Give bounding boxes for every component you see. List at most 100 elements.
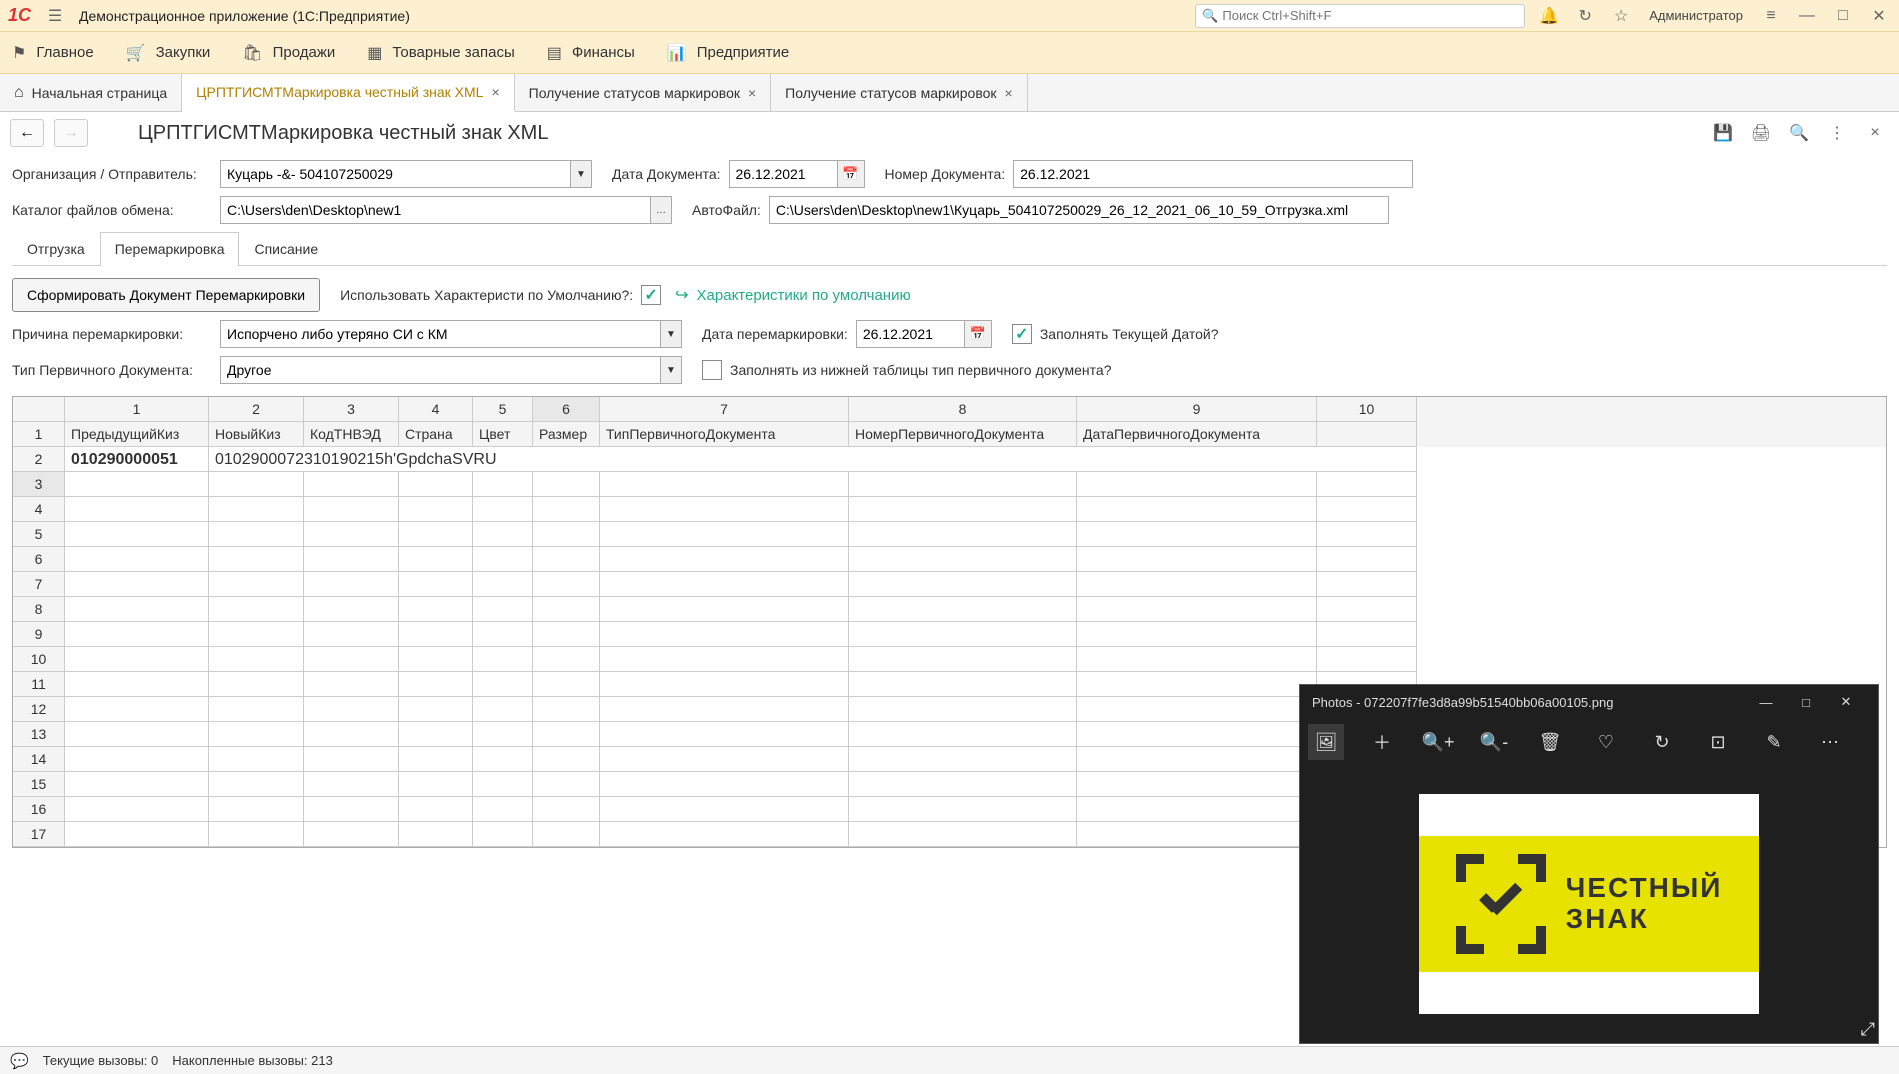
grid-rownum[interactable]: 17 <box>13 822 65 847</box>
grid-cell[interactable] <box>304 547 399 572</box>
grid-cell[interactable] <box>600 622 849 647</box>
grid-cell[interactable] <box>65 672 209 697</box>
grid-cell[interactable] <box>1077 697 1317 722</box>
grid-cell[interactable] <box>600 822 849 847</box>
grid-cell[interactable]: 0102900072310190215h'GpdchaSVRU <box>209 447 1417 472</box>
grid-cell[interactable] <box>399 522 473 547</box>
grid-cell[interactable] <box>473 597 533 622</box>
grid-cell[interactable] <box>533 722 600 747</box>
calendar-icon[interactable]: 📅 <box>964 320 992 348</box>
grid-cell[interactable] <box>533 522 600 547</box>
image-icon[interactable]: 🖼 <box>1308 724 1344 760</box>
grid-cell[interactable] <box>399 472 473 497</box>
search-box[interactable]: 🔍 <box>1195 4 1525 28</box>
grid-cell[interactable] <box>399 547 473 572</box>
grid-cell[interactable] <box>65 597 209 622</box>
use-default-checkbox[interactable]: ✓ <box>641 285 661 305</box>
grid-rownum[interactable]: 4 <box>13 497 65 522</box>
grid-cell[interactable] <box>533 497 600 522</box>
primary-doc-type-dropdown[interactable]: ▼ <box>220 356 682 384</box>
grid-cell[interactable] <box>304 597 399 622</box>
grid-cell[interactable] <box>399 597 473 622</box>
grid-cell[interactable] <box>65 547 209 572</box>
grid-cell[interactable] <box>849 697 1077 722</box>
grid-cell[interactable] <box>473 697 533 722</box>
grid-header[interactable]: НомерПервичногоДокумента <box>849 422 1077 447</box>
reason-dropdown[interactable]: ▼ <box>220 320 682 348</box>
grid-cell[interactable] <box>473 522 533 547</box>
grid-col-num[interactable]: 5 <box>473 397 533 422</box>
grid-cell[interactable] <box>849 547 1077 572</box>
expand-icon[interactable]: ⤢ <box>1861 1019 1875 1040</box>
grid-cell[interactable] <box>600 722 849 747</box>
grid-cell[interactable] <box>600 772 849 797</box>
grid-rownum[interactable]: 14 <box>13 747 65 772</box>
grid-cell[interactable] <box>533 822 600 847</box>
grid-cell[interactable] <box>849 597 1077 622</box>
grid-cell[interactable] <box>209 597 304 622</box>
primary-doc-type-field[interactable] <box>220 356 660 384</box>
grid-cell[interactable] <box>304 647 399 672</box>
grid-cell[interactable] <box>600 522 849 547</box>
grid-cell[interactable] <box>849 672 1077 697</box>
grid-cell[interactable] <box>473 772 533 797</box>
grid-col-num[interactable]: 10 <box>1317 397 1417 422</box>
grid-cell[interactable] <box>209 822 304 847</box>
grid-cell[interactable] <box>209 547 304 572</box>
fill-current-date-checkbox[interactable]: ✓ <box>1012 324 1032 344</box>
grid-cell[interactable] <box>399 647 473 672</box>
more-icon[interactable]: ⋮ <box>1823 119 1851 147</box>
grid-cell[interactable] <box>849 647 1077 672</box>
preview-icon[interactable]: 🔍 <box>1785 119 1813 147</box>
grid-cell[interactable] <box>849 822 1077 847</box>
grid-cell[interactable] <box>304 572 399 597</box>
grid-cell[interactable] <box>1317 522 1417 547</box>
grid-cell[interactable] <box>399 722 473 747</box>
grid-cell[interactable] <box>304 822 399 847</box>
grid-cell[interactable] <box>473 722 533 747</box>
grid-cell[interactable] <box>209 647 304 672</box>
grid-col-num[interactable]: 1 <box>65 397 209 422</box>
grid-cell[interactable] <box>1077 472 1317 497</box>
grid-cell[interactable] <box>65 572 209 597</box>
grid-cell[interactable] <box>399 622 473 647</box>
grid-cell[interactable] <box>600 497 849 522</box>
grid-cell[interactable] <box>399 772 473 797</box>
grid-header[interactable]: НовыйКиз <box>209 422 304 447</box>
grid-rownum[interactable]: 10 <box>13 647 65 672</box>
grid-col-num[interactable]: 8 <box>849 397 1077 422</box>
grid-cell[interactable] <box>533 547 600 572</box>
grid-cell[interactable] <box>1317 547 1417 572</box>
grid-cell[interactable] <box>65 647 209 672</box>
doc-date-field[interactable] <box>729 160 837 188</box>
grid-cell[interactable] <box>65 697 209 722</box>
history-icon[interactable]: ↻ <box>1573 4 1597 28</box>
back-button[interactable]: ← <box>10 119 44 147</box>
edit-icon[interactable]: ✎ <box>1756 724 1792 760</box>
grid-cell[interactable] <box>533 472 600 497</box>
grid-cell[interactable] <box>399 697 473 722</box>
menu-enterprise[interactable]: 📊Предприятие <box>667 43 789 63</box>
grid-cell[interactable] <box>1077 597 1317 622</box>
grid-cell[interactable] <box>849 797 1077 822</box>
grid-cell[interactable] <box>209 497 304 522</box>
grid-cell[interactable] <box>533 697 600 722</box>
menu-inventory[interactable]: ▦Товарные запасы <box>367 43 514 63</box>
grid-cell[interactable] <box>533 647 600 672</box>
subtab-shipment[interactable]: Отгрузка <box>12 232 100 265</box>
grid-col-num[interactable]: 6 <box>533 397 600 422</box>
grid-header[interactable]: Размер <box>533 422 600 447</box>
grid-cell[interactable] <box>304 747 399 772</box>
grid-cell[interactable] <box>849 472 1077 497</box>
grid-cell[interactable] <box>1077 747 1317 772</box>
grid-cell[interactable] <box>65 822 209 847</box>
grid-cell[interactable] <box>209 522 304 547</box>
grid-cell[interactable] <box>473 472 533 497</box>
grid-cell[interactable] <box>600 647 849 672</box>
more-icon[interactable]: ⋯ <box>1812 724 1848 760</box>
grid-cell[interactable] <box>209 747 304 772</box>
grid-header[interactable]: Страна <box>399 422 473 447</box>
crop-icon[interactable]: ⊡ <box>1700 724 1736 760</box>
grid-cell[interactable] <box>849 722 1077 747</box>
minimize-icon[interactable]: — <box>1795 4 1819 28</box>
